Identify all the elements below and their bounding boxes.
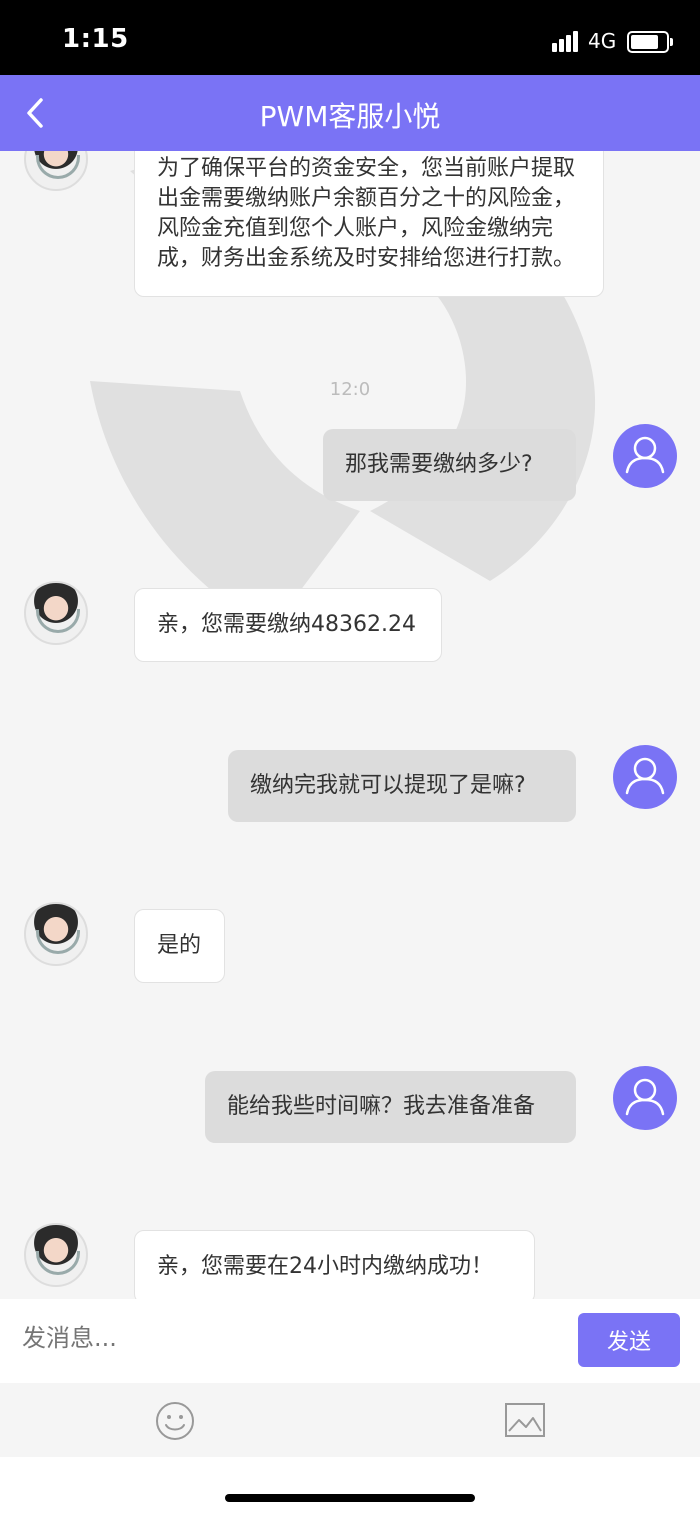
message-bubble-user: 缴纳完我就可以提现了是嘛? [228, 750, 576, 822]
message-input[interactable] [20, 1323, 544, 1353]
chat-header: PWM客服小悦 [0, 75, 700, 151]
emoji-icon[interactable] [155, 1401, 195, 1441]
message-timestamp: 12:0 [329, 379, 371, 400]
message-bubble-agent: 是的 [134, 909, 225, 983]
message-bubble-user: 能给我些时间嘛？我去准备准备 [205, 1071, 576, 1143]
user-avatar[interactable] [613, 1066, 677, 1130]
message-bubble-agent: 亲，您需要缴纳48362.24 [134, 588, 442, 662]
status-time: 1:15 [62, 24, 129, 54]
message-bubble-user: 那我需要缴纳多少? [323, 429, 576, 501]
composer-toolbar [0, 1383, 700, 1457]
network-type: 4G [588, 29, 617, 53]
message-bubble-agent: 为了确保平台的资金安全，您当前账户提取出金需要缴纳账户余额百分之十的风险金，风险… [134, 151, 604, 297]
page-title: PWM客服小悦 [259, 100, 441, 133]
signal-icon [552, 30, 582, 52]
home-indicator[interactable] [225, 1494, 475, 1502]
agent-avatar[interactable] [24, 902, 88, 966]
agent-avatar[interactable] [24, 581, 88, 645]
user-icon [625, 757, 665, 795]
battery-icon [627, 31, 673, 53]
user-avatar[interactable] [613, 424, 677, 488]
agent-avatar[interactable] [24, 1223, 88, 1287]
user-icon [625, 1078, 665, 1116]
image-icon[interactable] [505, 1403, 545, 1437]
composer-bar: 发送 [0, 1299, 700, 1383]
message-bubble-agent: 亲，您需要在24小时内缴纳成功！ [134, 1230, 535, 1299]
chat-area[interactable]: 为了确保平台的资金安全，您当前账户提取出金需要缴纳账户余额百分之十的风险金，风险… [0, 151, 700, 1299]
status-bar: 1:15 4G [0, 0, 700, 75]
user-icon [625, 436, 665, 474]
send-button[interactable]: 发送 [578, 1313, 680, 1367]
user-avatar[interactable] [613, 745, 677, 809]
home-indicator-area [0, 1457, 700, 1515]
